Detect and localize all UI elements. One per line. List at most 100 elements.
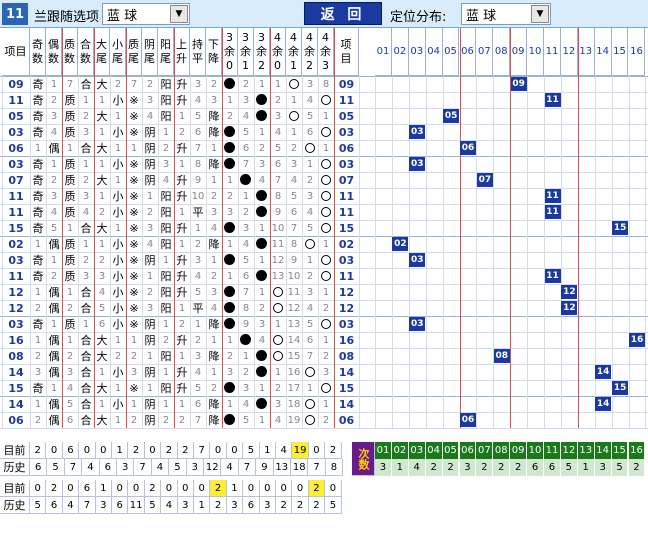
- distribution-count-value: 2: [628, 459, 646, 476]
- stat-value: 0: [210, 442, 227, 459]
- hit-dot: [224, 382, 235, 393]
- cell-value: 3: [194, 350, 202, 362]
- distribution-mark: 03: [409, 157, 426, 171]
- cell-value: 1: [114, 142, 122, 154]
- cell-value: 大: [96, 382, 108, 395]
- hit-dot: [224, 78, 235, 89]
- cell-value: 小: [112, 126, 124, 139]
- cell-value: 1: [50, 382, 58, 394]
- distribution-header: 04: [425, 28, 443, 76]
- cell-value: 质: [64, 206, 76, 219]
- cell-value: 1: [98, 366, 106, 378]
- hit-dot: [256, 110, 267, 121]
- distribution-count-label: 14: [594, 442, 612, 459]
- cell-value: 2: [194, 238, 202, 250]
- distribution-count-label: 07: [476, 442, 494, 459]
- hit-ring: [273, 303, 283, 313]
- cell-value: 3: [274, 398, 282, 410]
- cell-value: 升: [176, 382, 188, 395]
- stat-value: 3: [226, 497, 244, 514]
- distribution-header: 01: [375, 28, 392, 76]
- row-number: 08: [8, 349, 24, 363]
- row-number: 14: [8, 365, 24, 379]
- cell-value: 7: [194, 142, 202, 154]
- follow-select[interactable]: 蓝 球 ▼: [102, 3, 190, 25]
- chevron-down-icon[interactable]: ▼: [170, 5, 188, 23]
- back-button[interactable]: 返 回: [304, 2, 382, 25]
- cell-value: 阳: [160, 190, 172, 203]
- cell-value: 1: [34, 286, 42, 298]
- cell-value: 1: [242, 350, 250, 362]
- cell-value: 小: [112, 286, 124, 299]
- stat-value: 2: [161, 442, 178, 459]
- distribution-mark: 16: [629, 333, 645, 347]
- chevron-down-icon[interactable]: ▼: [531, 5, 549, 23]
- cell-value: 1: [50, 318, 58, 330]
- cell-value: 3: [242, 222, 250, 234]
- cell-value: 1: [258, 414, 266, 426]
- distribution-count-label: 09: [510, 442, 528, 459]
- cell-value: 1: [306, 382, 314, 394]
- stat-value: 0: [144, 442, 162, 459]
- distribution-mark: 09: [510, 77, 527, 91]
- cell-value: 合: [80, 142, 92, 155]
- cell-value: 4: [306, 94, 314, 106]
- cell-value: 大: [96, 110, 108, 123]
- cell-value: 阴: [144, 334, 156, 347]
- row-number: 16: [8, 333, 24, 347]
- cell-value: 5: [242, 254, 250, 266]
- cell-value: 1: [306, 158, 314, 170]
- hit-dot: [240, 174, 251, 185]
- stat-value: 4: [276, 442, 293, 459]
- cell-value: 6: [242, 270, 250, 282]
- cell-value: ※: [129, 205, 139, 219]
- stat-value: 2: [276, 497, 293, 514]
- row-number: 12: [338, 285, 355, 299]
- column-divider: [611, 76, 613, 428]
- cell-value: 1: [66, 142, 74, 154]
- cell-value: 小: [112, 366, 124, 379]
- hit-dot: [224, 254, 235, 265]
- row-number: 03: [338, 157, 355, 171]
- cell-value: 奇: [32, 94, 44, 107]
- stat-value: 5: [30, 497, 47, 514]
- distribution-mark: 08: [493, 349, 510, 363]
- column-header: 小尾: [110, 28, 126, 76]
- hit-ring: [321, 127, 331, 137]
- cell-value: 9: [194, 174, 202, 186]
- cell-value: 小: [112, 398, 124, 411]
- cell-value: 阳: [160, 206, 172, 219]
- cell-value: 6: [194, 126, 202, 138]
- cell-value: 偶: [48, 334, 60, 347]
- distribution-count-label: 16: [628, 442, 646, 459]
- stat-value: 0: [243, 480, 260, 497]
- cell-value: 2: [50, 94, 58, 106]
- stat-value: 2: [308, 480, 326, 497]
- cell-value: 阳: [160, 222, 172, 235]
- cell-value: 1: [210, 334, 218, 346]
- hit-ring: [321, 175, 331, 185]
- row-number: 11: [338, 93, 355, 107]
- row-number: 03: [338, 125, 355, 139]
- distribution-header: 02: [391, 28, 409, 76]
- row-number: 15: [8, 381, 24, 395]
- cell-value: 奇: [32, 174, 44, 187]
- cell-value: 5: [290, 190, 298, 202]
- distribution-count-value: 2: [510, 459, 528, 476]
- distribution-count-value: 6: [527, 459, 544, 476]
- cell-value: ※: [129, 93, 139, 107]
- cell-value: 9: [274, 206, 282, 218]
- column-divider: [645, 76, 647, 428]
- cell-value: 3: [66, 366, 74, 378]
- cell-value: 1: [34, 142, 42, 154]
- column-divider: [359, 76, 360, 428]
- cell-value: 7: [274, 174, 282, 186]
- cell-value: 偶: [48, 286, 60, 299]
- cell-value: 1: [178, 302, 186, 314]
- cell-value: 6: [194, 398, 202, 410]
- row-number: 11: [8, 93, 24, 107]
- position-select[interactable]: 蓝 球 ▼: [461, 3, 551, 25]
- stat-value: 1: [226, 480, 244, 497]
- cell-value: ※: [129, 269, 139, 283]
- cell-value: 3: [50, 110, 58, 122]
